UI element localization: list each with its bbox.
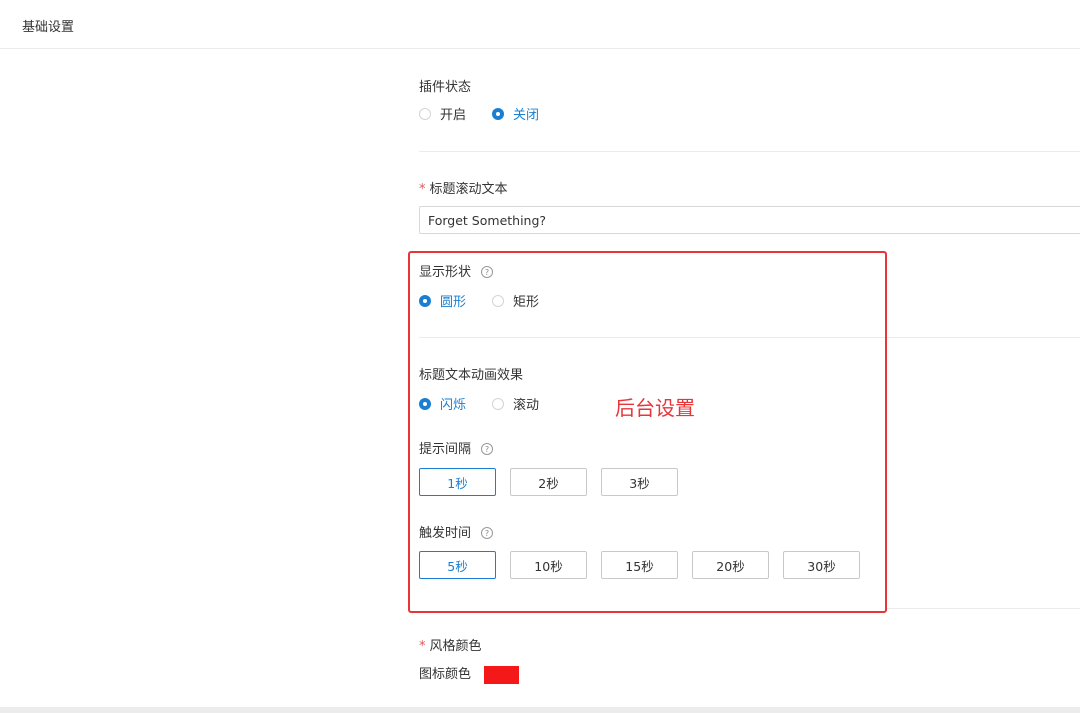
icon-color-label: 图标颜色 [419, 667, 472, 682]
plugin-status-off-radio[interactable]: 关闭 [492, 104, 539, 123]
style-color-label: * 风格颜色 [419, 635, 482, 654]
page-header: 基础设置 [0, 0, 1080, 49]
required-mark: * [419, 182, 426, 197]
title-text-label-text: 标题滚动文本 [429, 182, 508, 197]
divider [887, 608, 1080, 609]
title-text-label: * 标题滚动文本 [419, 178, 508, 197]
icon-color-swatch[interactable] [484, 665, 520, 684]
radio-label: 关闭 [513, 108, 540, 123]
plugin-status-on-radio[interactable]: 开启 [419, 104, 466, 123]
annotation-highlight-box [408, 251, 887, 613]
plugin-status-radio-group: 开启 关闭 [419, 104, 565, 123]
icon-color-row: 图标颜色 [419, 663, 520, 684]
style-color-label-text: 风格颜色 [429, 639, 482, 654]
radio-label: 开启 [440, 108, 467, 123]
divider [419, 151, 1080, 152]
bottom-bar [0, 707, 1080, 713]
required-mark: * [419, 639, 426, 654]
radio-checked-icon [492, 107, 505, 120]
plugin-status-label: 插件状态 [419, 80, 472, 95]
radio-circle-icon [419, 107, 431, 120]
title-text-input[interactable] [419, 206, 1080, 234]
page-title: 基础设置 [22, 20, 75, 35]
